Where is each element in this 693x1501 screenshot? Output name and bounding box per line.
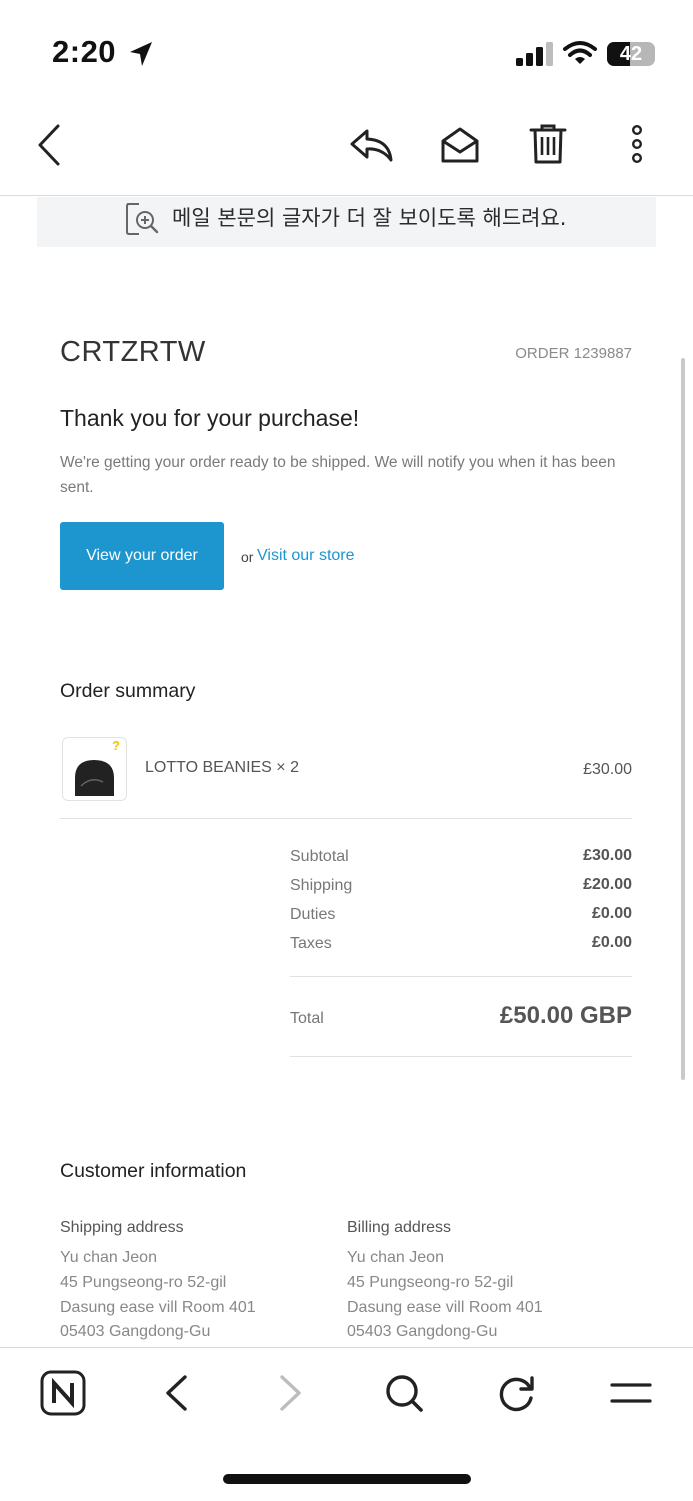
back-icon[interactable]: [36, 124, 62, 166]
billing-address-line: Yu chan Jeon: [347, 1249, 444, 1266]
battery-level: 42: [619, 43, 643, 65]
order-summary-title: Order summary: [60, 680, 196, 702]
shipping-address-line: Dasung ease vill Room 401: [60, 1299, 256, 1316]
billing-address-line: 05403 Gangdong-Gu: [347, 1323, 498, 1340]
customer-info-title: Customer information: [60, 1160, 247, 1182]
duties-value: £0.00: [591, 905, 632, 922]
envelope-open-icon[interactable]: [440, 126, 480, 164]
toolbar-divider: [0, 195, 693, 196]
cellular-signal-icon: [516, 42, 553, 66]
trash-icon[interactable]: [529, 123, 567, 165]
svg-text:?: ?: [112, 738, 120, 753]
beanie-image: ?: [75, 738, 120, 796]
search-icon[interactable]: [383, 1372, 425, 1414]
status-time: 2:20: [52, 34, 117, 69]
visit-store-link[interactable]: Visit our store: [257, 547, 355, 565]
forward-arrow-icon: [280, 1375, 301, 1411]
brand-name: CRTZRTW: [60, 336, 206, 368]
order-number: ORDER 1239887: [515, 345, 632, 362]
taxes-value: £0.00: [591, 934, 632, 951]
duties-label: Duties: [290, 906, 336, 923]
email-heading: Thank you for your purchase!: [60, 405, 360, 431]
scrollbar[interactable]: [681, 358, 685, 1080]
totals-divider: [290, 976, 632, 977]
taxes-label: Taxes: [290, 935, 332, 952]
billing-address-line: 45 Pungseong-ro 52-gil: [347, 1274, 514, 1291]
refresh-icon[interactable]: [497, 1372, 537, 1414]
shipping-address-line: 05403 Gangdong-Gu: [60, 1323, 211, 1340]
or-text: or: [241, 549, 254, 565]
subtotal-label: Subtotal: [290, 848, 349, 865]
shipping-value: £20.00: [583, 876, 632, 893]
shipping-label: Shipping: [290, 877, 353, 894]
reply-icon[interactable]: [349, 128, 395, 162]
shipping-address-heading: Shipping address: [60, 1219, 184, 1236]
total-label: Total: [290, 1010, 324, 1027]
total-divider: [290, 1056, 632, 1057]
location-arrow-icon: [130, 42, 152, 66]
email-subtext: We're getting your order ready to be shi…: [60, 454, 616, 496]
item-name: LOTTO BEANIES × 2: [145, 759, 299, 776]
item-price: £30.00: [583, 761, 632, 778]
product-thumbnail: ?: [62, 737, 127, 801]
shipping-address-line: 45 Pungseong-ro 52-gil: [60, 1274, 227, 1291]
billing-address-heading: Billing address: [347, 1219, 452, 1236]
home-indicator[interactable]: [223, 1474, 471, 1484]
readability-notice[interactable]: 메일 본문의 글자가 더 잘 보이도록 해드려요.: [37, 197, 656, 247]
wifi-icon: [563, 41, 597, 64]
subtotal-value: £30.00: [583, 847, 632, 864]
menu-icon[interactable]: [609, 1380, 653, 1406]
zoom-text-icon: [126, 203, 159, 235]
view-order-button[interactable]: View your order: [60, 522, 224, 590]
more-vertical-icon[interactable]: [630, 125, 644, 165]
total-value: £50.00 GBP: [499, 1002, 632, 1029]
battery-indicator: 42: [607, 42, 655, 66]
back-arrow-icon[interactable]: [163, 1374, 189, 1412]
naver-n-icon[interactable]: [40, 1370, 86, 1416]
billing-address-line: Dasung ease vill Room 401: [347, 1299, 543, 1316]
shipping-address-line: Yu chan Jeon: [60, 1249, 157, 1266]
notice-text: 메일 본문의 글자가 더 잘 보이도록 해드려요.: [172, 206, 567, 230]
summary-divider: [60, 818, 632, 819]
